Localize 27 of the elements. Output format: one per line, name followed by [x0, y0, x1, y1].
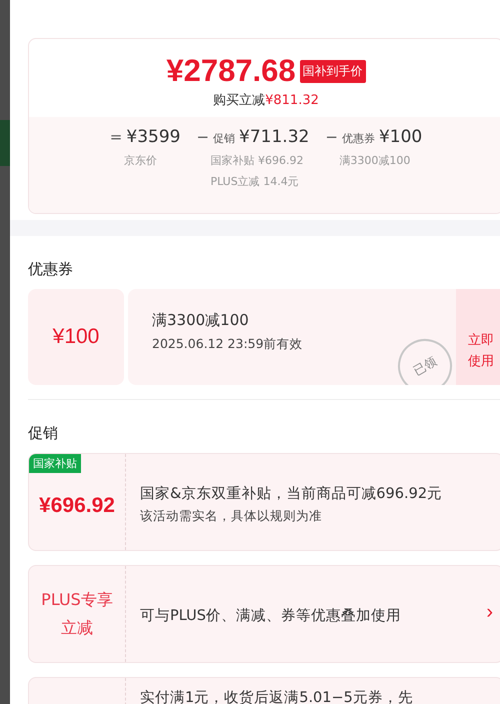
promo-text: 可与PLUS价、满减、券等优惠叠加使用 — [140, 607, 402, 626]
operator-sign: = — [110, 128, 122, 146]
coupon-amount: ¥100 — [28, 289, 124, 385]
price-tag: 国补到手价 — [300, 60, 366, 82]
breakdown-note: 京东价 — [122, 153, 157, 168]
breakdown-value: ¥711.32 — [239, 127, 310, 147]
promo-label: PLUS专享立减 — [40, 589, 114, 639]
promo-amount: ¥696.92 — [39, 494, 115, 518]
operator-sign: − — [325, 128, 338, 146]
promo-text: 该活动需实名，具体以规则为准 — [140, 508, 323, 524]
promo-text: 国家&京东双重补贴，当前商品可减696.92元 — [140, 484, 444, 504]
coupon-validity: 2025.06.12 23:59前有效 — [152, 336, 303, 353]
subsidy-tag: 国家补贴 — [29, 454, 81, 473]
breakdown-label: 促销 — [213, 131, 236, 146]
breakdown-value: ¥100 — [378, 127, 422, 147]
coupon-title: 满3300减100 — [152, 311, 250, 330]
final-price: ¥2787.68 — [166, 53, 296, 89]
breakdown-note: PLUS立减 14.4元 — [209, 174, 299, 189]
operator-sign: − — [196, 128, 210, 146]
breakdown-label: 优惠券 — [342, 131, 375, 146]
use-now-button[interactable]: 立即使用 — [456, 289, 500, 385]
saving-text: 购买立减¥811.32 — [213, 92, 319, 109]
breakdown-value: ¥3599 — [126, 127, 180, 147]
breakdown-note: 国家补贴 ¥696.92 — [209, 153, 304, 168]
breakdown-note: 满3300减100 — [338, 153, 410, 168]
section-heading: 优惠券 — [28, 260, 74, 279]
section-heading: 促销 — [28, 424, 59, 443]
